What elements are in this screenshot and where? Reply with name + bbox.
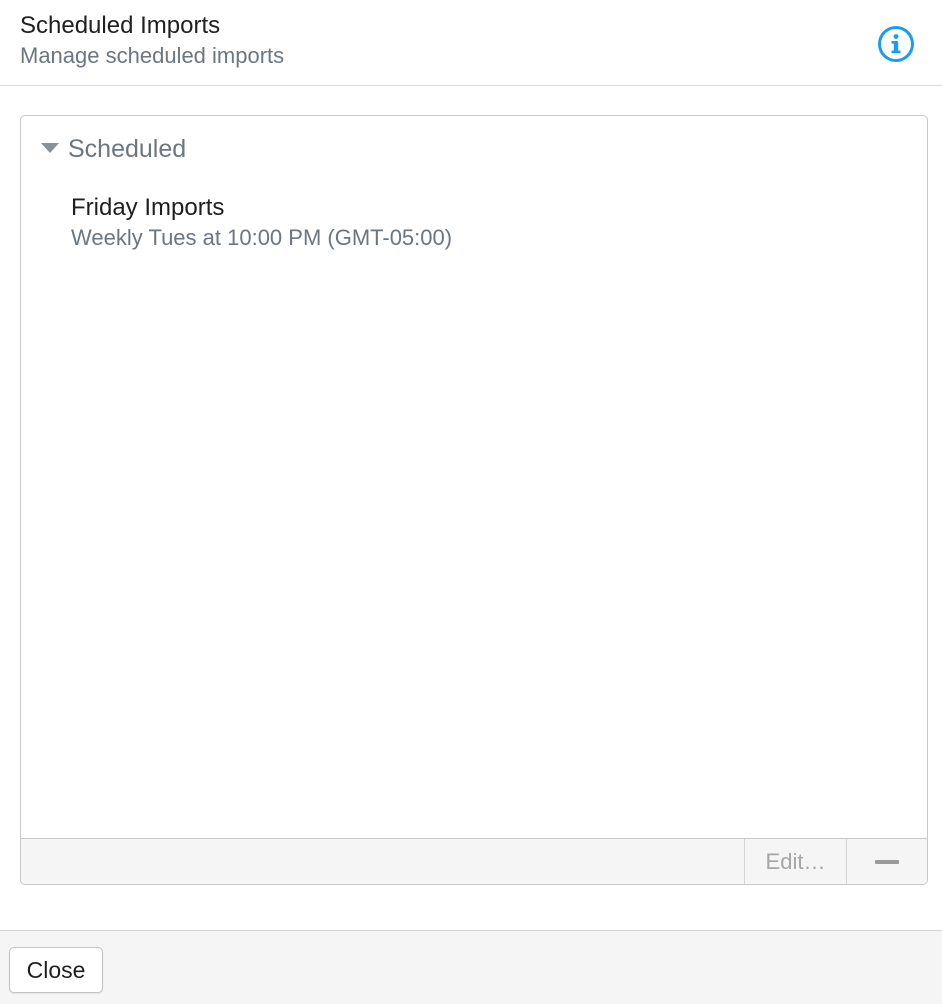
dialog-header: Scheduled Imports Manage scheduled impor… — [0, 0, 942, 86]
edit-button[interactable]: Edit… — [744, 839, 846, 884]
scheduled-section-header[interactable]: Scheduled — [21, 128, 321, 168]
panel-footer-toolbar: Edit… — [21, 838, 927, 884]
list-item[interactable]: Friday Imports Weekly Tues at 10:00 PM (… — [71, 190, 891, 254]
import-schedule: Weekly Tues at 10:00 PM (GMT-05:00) — [71, 225, 453, 250]
minus-icon — [875, 860, 899, 864]
close-button[interactable]: Close — [9, 947, 103, 993]
dialog-subtitle: Manage scheduled imports — [20, 43, 285, 68]
dialog-footer: Close — [0, 930, 942, 1004]
info-icon[interactable] — [877, 25, 915, 63]
scheduled-imports-dialog: Scheduled Imports Manage scheduled impor… — [0, 0, 942, 1004]
dialog-title: Scheduled Imports — [20, 12, 221, 39]
remove-button[interactable] — [846, 839, 927, 884]
import-title: Friday Imports — [71, 194, 225, 221]
disclosure-triangle-icon[interactable] — [41, 143, 59, 153]
imports-list-panel: Scheduled Friday Imports Weekly Tues at … — [20, 115, 928, 885]
section-label: Scheduled — [68, 135, 187, 163]
